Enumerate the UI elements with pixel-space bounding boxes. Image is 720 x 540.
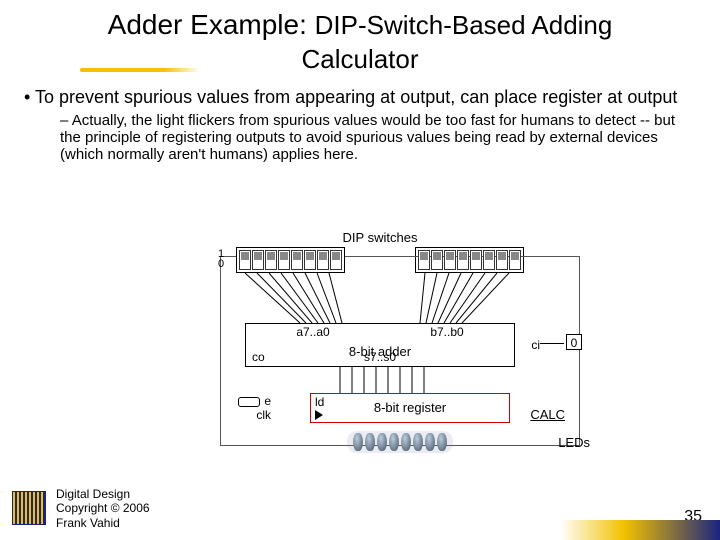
input-wires bbox=[150, 273, 610, 323]
logo-icon bbox=[12, 491, 46, 525]
inputs-e-clk: e clk bbox=[211, 394, 271, 422]
dip-label: DIP switches bbox=[150, 230, 610, 245]
bullet-1: To prevent spurious values from appearin… bbox=[24, 87, 696, 108]
dip-scale: 10 bbox=[218, 249, 224, 269]
footer-text: Digital Design Copyright © 2006 Frank Va… bbox=[56, 487, 150, 530]
ci-wire bbox=[540, 343, 564, 344]
port-a: a7..a0 bbox=[296, 325, 329, 339]
ci-value: 0 bbox=[566, 334, 582, 350]
button-icon bbox=[238, 397, 260, 407]
leds-label: LEDs bbox=[558, 435, 590, 450]
label-e: e bbox=[264, 394, 271, 408]
register-name: 8-bit register bbox=[311, 400, 509, 415]
leds-row: LEDs bbox=[150, 431, 610, 456]
label-clk: clk bbox=[256, 408, 271, 422]
port-b: b7..b0 bbox=[430, 325, 463, 339]
footer: Digital Design Copyright © 2006 Frank Va… bbox=[12, 487, 150, 530]
title-sub2: Calculator bbox=[301, 44, 418, 74]
sum-wires bbox=[150, 367, 610, 393]
slide-title: Adder Example: DIP-Switch-Based Adding C… bbox=[0, 0, 720, 79]
port-s: s7..s0 bbox=[246, 350, 514, 364]
circuit-diagram: DIP switches 10 a7..a0 b7..b0 8-bit adde… bbox=[150, 230, 610, 490]
sub-bullet-1: Actually, the light flickers from spurio… bbox=[60, 112, 696, 163]
adder-block: a7..a0 b7..b0 8-bit adder co s7..s0 ci 0 bbox=[245, 323, 515, 367]
title-sub1: DIP-Switch-Based Adding bbox=[315, 10, 613, 40]
title-main: Adder Example: bbox=[108, 9, 315, 40]
register-block: ld 8-bit register CALC e clk bbox=[310, 393, 510, 423]
corner-decoration bbox=[560, 520, 720, 540]
dip-block-a bbox=[236, 247, 345, 273]
calc-label: CALC bbox=[530, 407, 565, 422]
dip-block-b bbox=[415, 247, 524, 273]
port-ci: ci bbox=[531, 338, 540, 352]
led-array bbox=[347, 431, 453, 453]
title-underline bbox=[80, 68, 200, 72]
dip-row: 10 bbox=[150, 247, 610, 273]
bullet-list: To prevent spurious values from appearin… bbox=[0, 79, 720, 163]
